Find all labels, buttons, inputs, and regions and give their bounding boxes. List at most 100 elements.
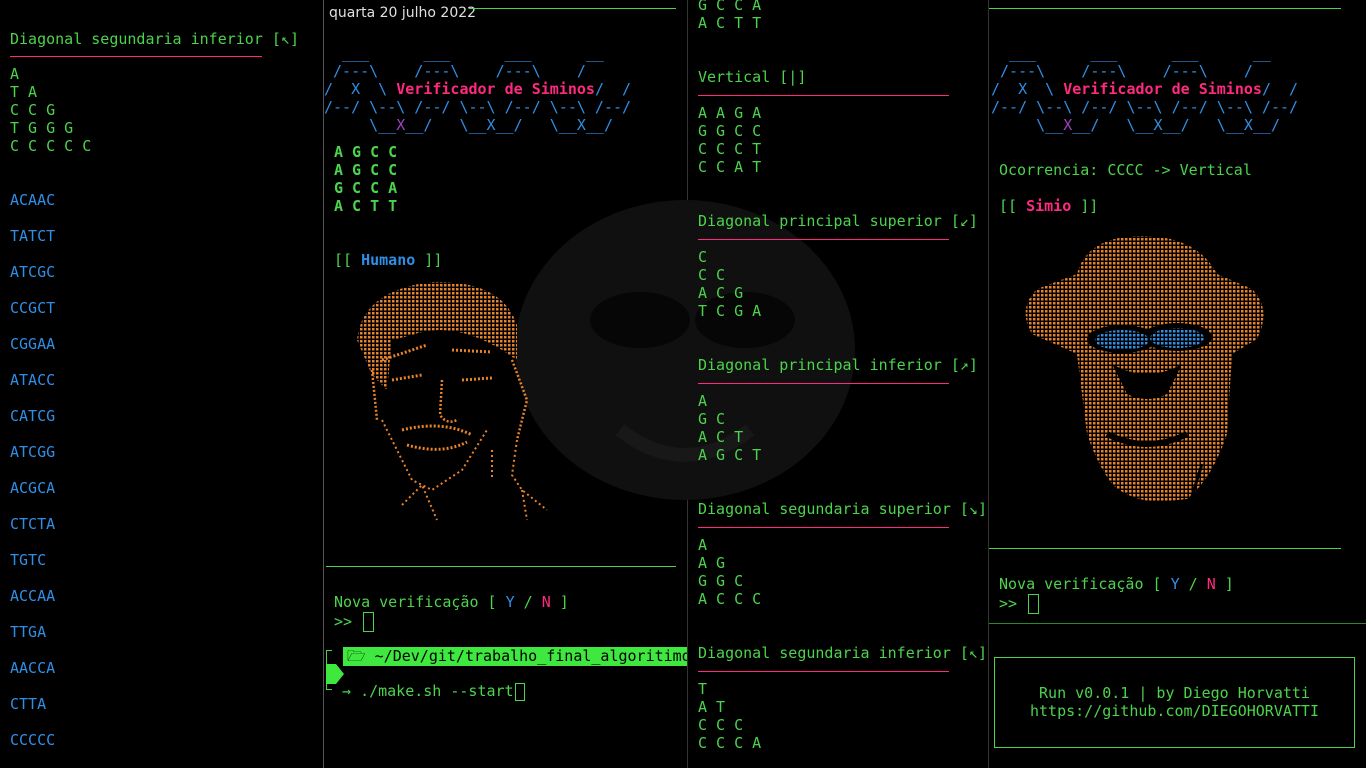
footer-github-link[interactable]: https://github.com/DIEGOHORVATTI — [995, 702, 1354, 720]
section-title: Diagonal segundaria inferior [↖] — [698, 644, 987, 662]
top-bar-line — [989, 8, 1341, 9]
section-row: T — [698, 680, 708, 698]
command-arrow: → — [342, 682, 352, 700]
app-title: Verificador de Siminos — [396, 80, 595, 98]
section-divider — [698, 383, 949, 384]
banner-ascii: ___ ___ ___ __ /---\ /---\ /---\ / / X \… — [991, 44, 1298, 134]
section-title: Diagonal principal superior [↙] — [698, 212, 978, 230]
section-row: C — [698, 248, 708, 266]
section-row: A — [698, 536, 708, 554]
section-row: C C C — [698, 716, 744, 734]
result-human-label: Humano — [361, 251, 416, 269]
result-line: [[ Simio ]] — [999, 197, 1099, 215]
section-row: T C G A — [698, 302, 762, 320]
terminal-pane-right[interactable]: ___ ___ ___ __ /---\ /---\ /---\ / / X \… — [989, 0, 1366, 768]
triangle-block: A T A C C G T G G G C C C C C — [10, 65, 91, 155]
terminal-pane-center-right[interactable]: G C C A A C T T Vertical [|] A A G A G G… — [688, 0, 988, 768]
footer-divider — [989, 623, 1366, 624]
top-bar: quarta 20 julho 2022 — [324, 0, 687, 21]
banner-line: \__ — [324, 116, 397, 134]
sequence-item: TATCT — [10, 227, 56, 245]
banner-x: X — [396, 116, 406, 134]
top-bar-line — [469, 8, 676, 9]
section-row: C C C T — [698, 140, 762, 158]
matrix-row: G C C A — [334, 179, 398, 197]
sequence-item: CCCCC — [10, 731, 56, 749]
new-check-prompt: Nova verificação [ Y / N ] — [999, 575, 1234, 593]
section-row: A C G — [698, 284, 744, 302]
banner-line: __/ \__X__/ \__X__/ — [1072, 116, 1280, 134]
option-yes[interactable]: Y — [1171, 575, 1180, 593]
sequence-item: CTCTA — [10, 515, 56, 533]
monkey-face-ascii-art — [1025, 236, 1264, 502]
triangle-row: A — [10, 65, 20, 83]
triangle-row: C C C C C — [10, 137, 92, 155]
section-secondary-lower: Diagonal segundaria inferior [↖] T A T C… — [698, 644, 988, 752]
dna-matrix: A G C C A G C C G C C A A C T T — [334, 143, 397, 215]
matrix-continued: G C C A A C T T — [698, 0, 761, 32]
matrix-row: A C T T — [698, 14, 762, 32]
sequence-item: CCGCT — [10, 299, 56, 317]
shell-cursor[interactable] — [514, 682, 525, 701]
footer-box: Run v0.0.1 | by Diego Horvatti https://g… — [994, 657, 1355, 748]
prompt-marker: >> — [334, 612, 353, 631]
section-secondary-upper: Diagonal segundaria superior [↘] A A G G… — [698, 500, 988, 608]
matrix-row: A C T T — [334, 197, 398, 215]
terminal-pane-center-left[interactable]: quarta 20 julho 2022 ___ ___ ___ __ /---… — [324, 0, 687, 768]
shell-prompt: 🗁 ~/Dev/git/trabalho_final_algoritimo → … — [324, 646, 687, 706]
option-yes[interactable]: Y — [506, 593, 515, 611]
input-cursor[interactable] — [363, 612, 375, 632]
banner-line: / X \ — [324, 80, 397, 98]
sequence-item: TGTC — [10, 551, 47, 569]
section-main-lower: Diagonal principal inferior [↗] A G C A … — [698, 356, 988, 464]
input-line[interactable]: >> — [999, 594, 1040, 614]
terminal-pane-left[interactable]: Diagonal segundaria inferior [↖] A T A C… — [0, 0, 322, 768]
section-title: Diagonal principal inferior [↗] — [698, 356, 978, 374]
section-title: Diagonal segundaria inferior [↖] — [10, 30, 299, 48]
sequence-item: ACGCA — [10, 479, 56, 497]
matrix-row: A G C C — [334, 161, 398, 179]
human-face-ascii-art — [357, 281, 548, 521]
section-row: A T — [698, 698, 726, 716]
sequence-item: ATACC — [10, 371, 56, 389]
prompt-marker: >> — [999, 594, 1018, 613]
banner-line: /--/ \--\ /--/ \--\ /--/ \--\ /--/ — [991, 98, 1299, 116]
shell-path: ~/Dev/git/trabalho_final_algoritimo — [374, 647, 687, 665]
option-no[interactable]: N — [1207, 575, 1216, 593]
section-divider — [698, 671, 949, 672]
section-divider — [698, 527, 949, 528]
sequence-item: CATCG — [10, 407, 56, 425]
banner-line: /---\ /---\ /---\ / — [991, 62, 1253, 80]
banner-line: __/ \__X__/ \__X__/ — [405, 116, 613, 134]
section-main-upper: Diagonal principal superior [↙] C C C A … — [698, 212, 988, 320]
sequence-item: ATCGC — [10, 263, 56, 281]
banner-line: /---\ /---\ /---\ / — [324, 62, 586, 80]
input-line[interactable]: >> — [334, 612, 375, 632]
prompt-divider — [326, 566, 676, 567]
section-row: A C C C — [698, 590, 762, 608]
section-row: A G — [698, 554, 726, 572]
input-cursor[interactable] — [1028, 594, 1040, 614]
section-row: C C C A — [698, 734, 762, 752]
occurrence-line: Ocorrencia: CCCC -> Vertical — [999, 161, 1252, 179]
folder-icon: 🗁 — [347, 647, 375, 665]
prompt-arrow-icon — [326, 664, 344, 684]
banner-line: ___ ___ ___ __ — [991, 44, 1271, 62]
sequence-list: ACAAC TATCT ATCGC CCGCT CGGAA ATACC CATC… — [10, 191, 55, 767]
banner-line: \__ — [991, 116, 1064, 134]
banner-line: /--/ \--\ /--/ \--\ /--/ \--\ /--/ — [324, 98, 632, 116]
option-no[interactable]: N — [542, 593, 551, 611]
sequence-item: CGGAA — [10, 335, 56, 353]
sequence-item: CTTA — [10, 695, 47, 713]
section-title: Diagonal segundaria superior [↘] — [698, 500, 987, 518]
shell-command-line[interactable]: → ./make.sh --start — [342, 682, 525, 701]
result-line: [[ Humano ]] — [334, 251, 443, 269]
section-row: G G C C — [698, 122, 762, 140]
section-row: G G C — [698, 572, 744, 590]
banner-ascii: ___ ___ ___ __ /---\ /---\ /---\ / / X \… — [324, 44, 631, 134]
matrix-row: G C C A — [698, 0, 762, 14]
sequence-item: ACAAC — [10, 191, 56, 209]
sequence-item: TTGA — [10, 623, 47, 641]
shell-path-badge: 🗁 ~/Dev/git/trabalho_final_algoritimo — [343, 647, 687, 666]
sequence-item: ACCAA — [10, 587, 56, 605]
